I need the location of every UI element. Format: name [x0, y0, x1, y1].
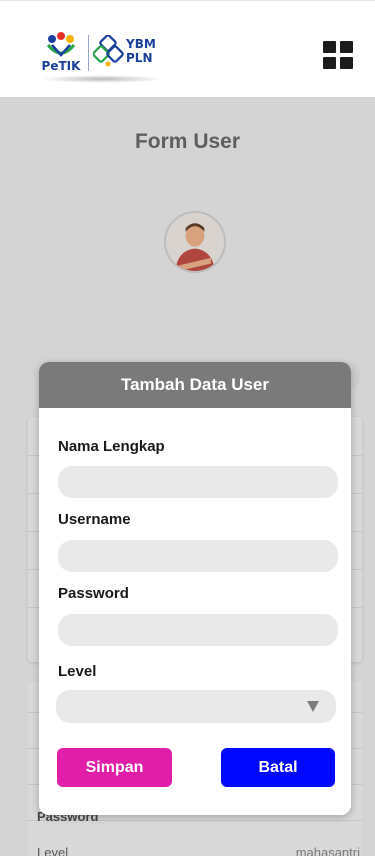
save-button[interactable]: Simpan — [57, 748, 172, 787]
level-label: Level — [58, 663, 97, 680]
logo-shadow — [40, 75, 164, 83]
modal-title: Tambah Data User — [120, 375, 269, 394]
username-input[interactable] — [58, 540, 338, 572]
add-user-modal: Tambah Data User Nama Lengkap Username P… — [39, 362, 351, 815]
password-input[interactable] — [58, 614, 338, 646]
user-photo — [166, 213, 224, 271]
grid-menu-icon[interactable] — [323, 41, 353, 69]
menu-square — [323, 57, 336, 69]
modal-header: Tambah Data User — [39, 362, 351, 408]
bg-row-label: Level — [37, 845, 69, 856]
page-title: Form User — [134, 130, 241, 153]
username-label: Username — [58, 511, 131, 528]
nama-lengkap-input[interactable] — [58, 466, 338, 498]
nama-lengkap-label: Nama Lengkap — [58, 438, 165, 455]
bg-row-value: mahasantri — [295, 845, 360, 856]
dropdown-triangle-icon — [307, 701, 319, 712]
ybm-knot-icon — [92, 34, 124, 67]
menu-square — [340, 57, 353, 69]
logo-divider — [88, 35, 89, 71]
ybm-pln-logo-text: YBM PLN — [126, 37, 156, 65]
app-header: PeTIK YBM PLN — [0, 0, 375, 97]
avatar[interactable] — [164, 211, 226, 273]
menu-square — [340, 41, 353, 53]
password-label: Password — [58, 585, 129, 602]
cancel-button[interactable]: Batal — [221, 748, 335, 787]
ybm-pln-logo: YBM PLN — [92, 34, 163, 71]
menu-square — [323, 41, 336, 53]
level-select[interactable] — [56, 690, 336, 723]
brand-logos: PeTIK YBM PLN — [38, 31, 168, 83]
petik-logo-text: PeTIK — [41, 59, 81, 73]
